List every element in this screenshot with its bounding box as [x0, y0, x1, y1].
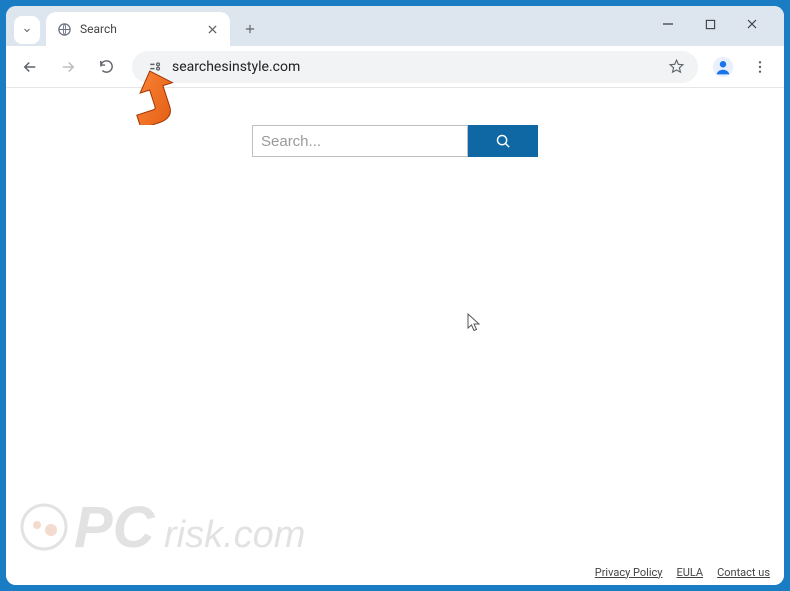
cursor-icon	[467, 313, 483, 337]
window-controls	[656, 12, 776, 46]
eula-link[interactable]: EULA	[676, 566, 703, 579]
star-icon	[668, 58, 685, 75]
new-tab-button[interactable]	[236, 15, 264, 43]
kebab-menu-icon	[752, 59, 768, 75]
minimize-icon	[662, 18, 674, 30]
address-bar[interactable]: searchesinstyle.com	[132, 51, 698, 83]
site-settings-icon[interactable]	[144, 57, 164, 77]
arrow-right-icon	[59, 58, 77, 76]
browser-tab[interactable]: Search	[46, 12, 230, 46]
close-window-button[interactable]	[740, 12, 764, 36]
maximize-icon	[705, 19, 716, 30]
minimize-button[interactable]	[656, 12, 680, 36]
forward-button[interactable]	[52, 51, 84, 83]
tab-title: Search	[80, 22, 196, 36]
toolbar: searchesinstyle.com	[6, 46, 784, 88]
menu-button[interactable]	[744, 51, 776, 83]
contact-link[interactable]: Contact us	[717, 566, 770, 579]
back-button[interactable]	[14, 51, 46, 83]
search-form	[252, 125, 538, 157]
maximize-button[interactable]	[698, 12, 722, 36]
svg-text:PC: PC	[74, 495, 156, 560]
browser-window: Search	[6, 6, 784, 585]
search-button[interactable]	[468, 125, 538, 157]
close-icon	[208, 25, 217, 34]
arrow-left-icon	[21, 58, 39, 76]
reload-icon	[98, 58, 115, 75]
bookmark-button[interactable]	[666, 57, 686, 77]
profile-button[interactable]	[708, 52, 738, 82]
plus-icon	[243, 22, 257, 36]
search-input[interactable]	[252, 125, 468, 157]
url-text: searchesinstyle.com	[172, 59, 658, 75]
tab-strip: Search	[6, 6, 784, 46]
reload-button[interactable]	[90, 51, 122, 83]
tab-search-button[interactable]	[14, 16, 40, 44]
svg-text:risk.com: risk.com	[164, 514, 305, 556]
privacy-link[interactable]: Privacy Policy	[595, 566, 663, 579]
tab-close-button[interactable]	[204, 21, 220, 37]
page-content: PC risk.com Privacy Policy EULA Contact …	[6, 88, 784, 585]
close-icon	[746, 18, 758, 30]
footer: Privacy Policy EULA Contact us	[6, 565, 784, 585]
person-icon	[712, 56, 734, 78]
globe-icon	[56, 21, 72, 37]
watermark-logo: PC risk.com	[20, 483, 360, 571]
chevron-down-icon	[21, 24, 33, 36]
search-icon	[495, 133, 512, 150]
